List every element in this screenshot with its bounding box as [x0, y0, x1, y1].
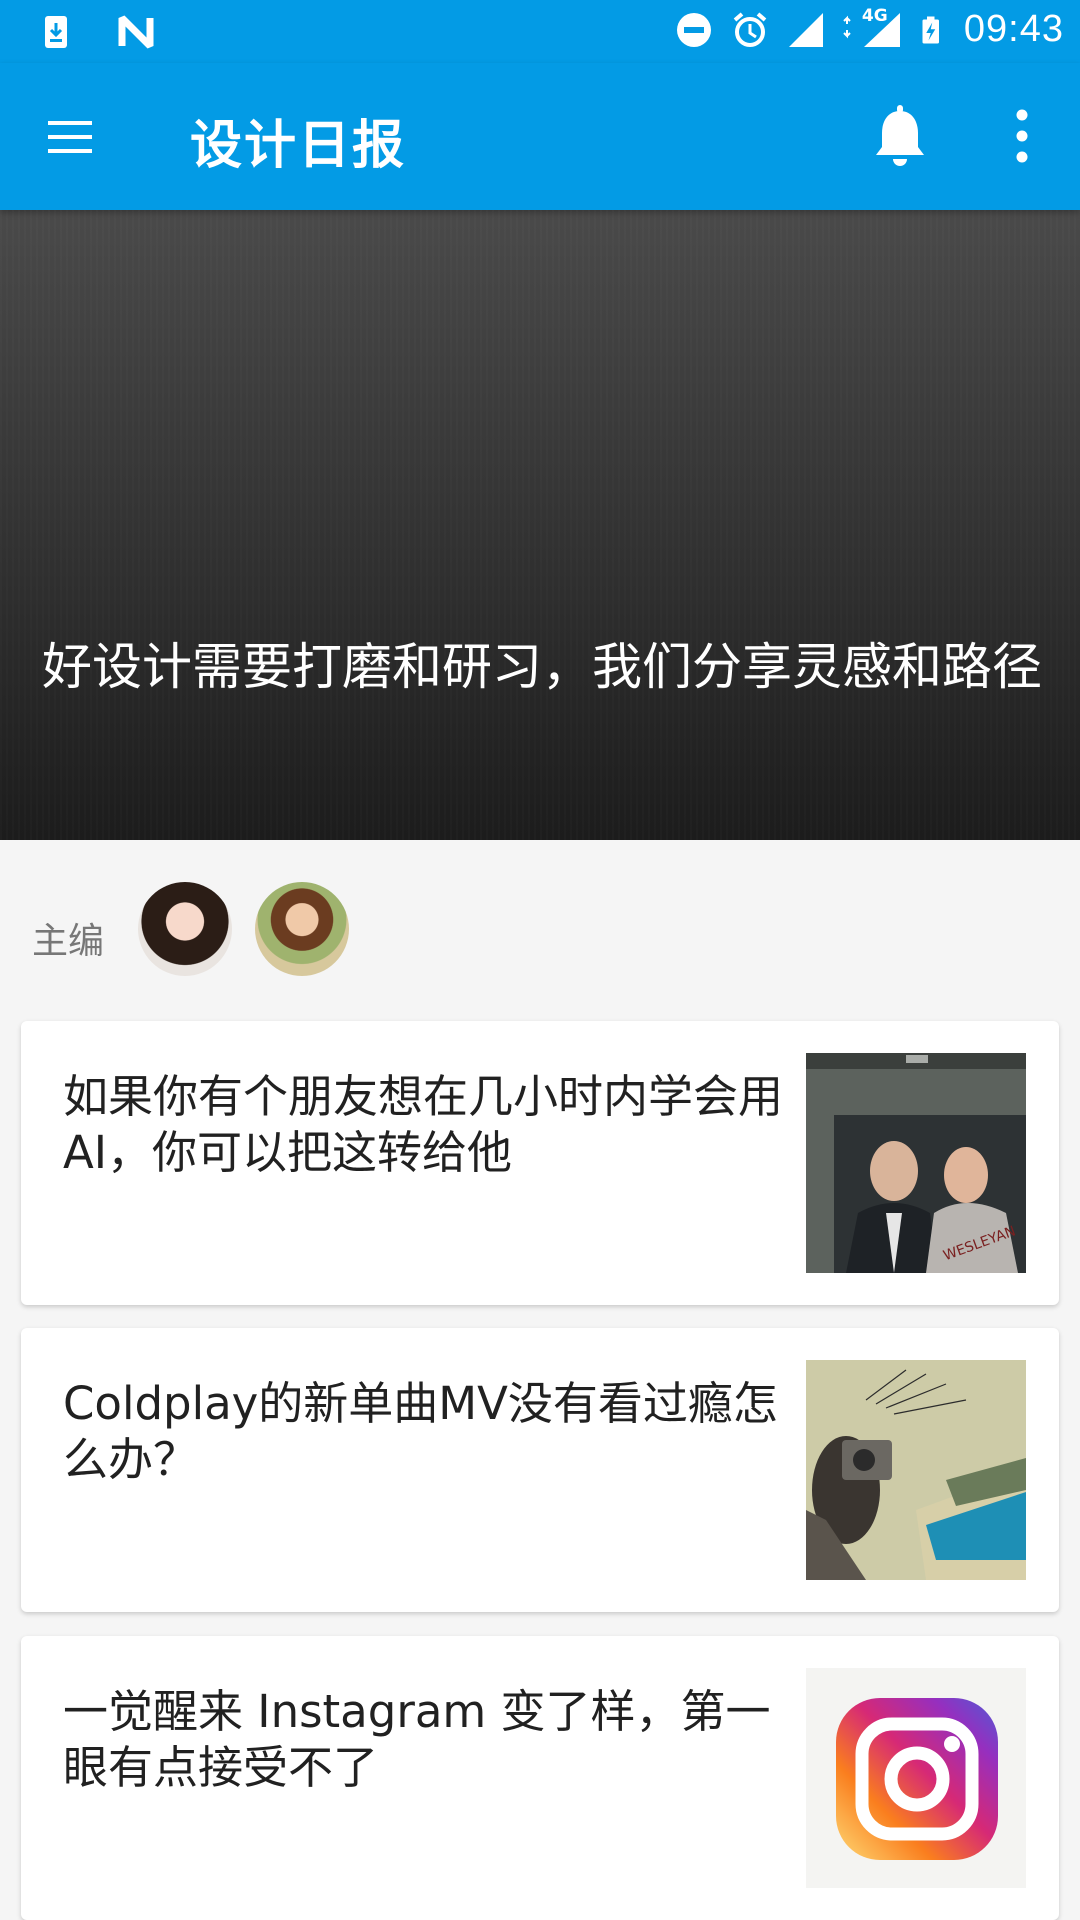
- 4g-signal-indicator: 4G: [842, 6, 902, 50]
- article-card[interactable]: 如果你有个朋友想在几小时内学会用 AI，你可以把这转给他 WESLEYAN: [21, 1021, 1059, 1305]
- alarm-icon: [733, 11, 767, 47]
- do-not-disturb-icon: [676, 12, 711, 47]
- article-thumbnail: WESLEYAN: [806, 1053, 1026, 1273]
- article-title: 如果你有个朋友想在几小时内学会用 AI，你可以把这转给他: [63, 1070, 784, 1179]
- article-title: 一觉醒来 Instagram 变了样，第一眼有点接受不了: [63, 1685, 771, 1794]
- status-time: 09:43: [963, 8, 1064, 50]
- thumbnail-image: [806, 1360, 1026, 1580]
- hero-texture: [0, 210, 1080, 840]
- app-toolbar: 设计日报: [0, 63, 1080, 210]
- notification-bell-icon[interactable]: [870, 103, 930, 169]
- more-options-icon[interactable]: [1000, 103, 1044, 169]
- article-card[interactable]: 一觉醒来 Instagram 变了样，第一眼有点接受不了: [21, 1636, 1059, 1920]
- n-notification-icon: [118, 15, 154, 49]
- signal-icon-secondary: [843, 12, 900, 47]
- article-thumbnail: [806, 1668, 1026, 1888]
- article-card[interactable]: Coldplay的新单曲MV没有看过瘾怎么办？: [21, 1328, 1059, 1612]
- instagram-logo-icon: [836, 1698, 998, 1860]
- hero-title: 好设计需要打磨和研习，我们分享灵感和路径: [42, 638, 1042, 696]
- thumbnail-image: WESLEYAN: [806, 1053, 1026, 1273]
- signal-icon: [788, 12, 823, 47]
- download-notification-icon: [45, 16, 67, 48]
- article-title: Coldplay的新单曲MV没有看过瘾怎么办？: [63, 1377, 778, 1486]
- status-right-icons: 4G 09:43: [674, 6, 1064, 51]
- editor-avatar[interactable]: [255, 882, 349, 976]
- page-title: 设计日报: [190, 116, 407, 176]
- app-root: 4G 09:43 设计日报 好设计需要打磨和研习，我们分享灵感和路径 主编 如果…: [0, 0, 1080, 1920]
- menu-icon[interactable]: [44, 111, 96, 163]
- article-thumbnail: [806, 1360, 1026, 1580]
- status-bar: 4G 09:43: [0, 0, 1080, 63]
- editors-row: 主编: [0, 840, 1080, 1020]
- status-left-icons: [36, 12, 156, 52]
- hero-banner[interactable]: 好设计需要打磨和研习，我们分享灵感和路径: [0, 210, 1080, 840]
- editor-avatar[interactable]: [138, 882, 232, 976]
- battery-charging-icon: [922, 16, 939, 43]
- editors-label: 主编: [32, 921, 105, 962]
